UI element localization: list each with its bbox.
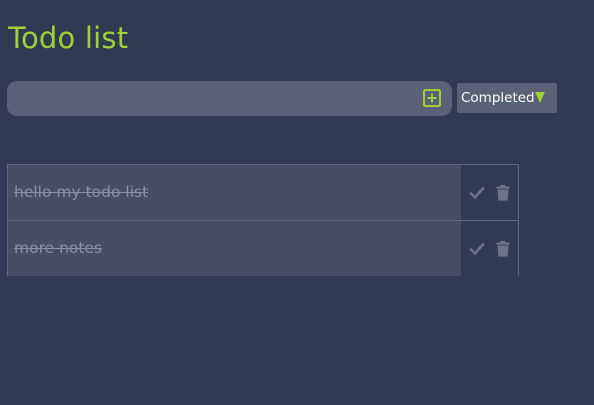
todo-item: hello my todo list <box>7 164 519 220</box>
todo-form <box>7 81 452 116</box>
add-todo-button[interactable] <box>423 89 441 107</box>
todo-item-text: hello my todo list <box>14 183 149 201</box>
complete-button[interactable] <box>469 185 485 201</box>
triangle-down-icon <box>535 92 545 103</box>
todo-item: more notes <box>7 220 519 276</box>
check-icon <box>469 241 485 257</box>
delete-button[interactable] <box>496 185 510 201</box>
todo-input[interactable] <box>17 81 417 116</box>
plus-square-icon <box>423 89 441 107</box>
complete-button[interactable] <box>469 241 485 257</box>
delete-button[interactable] <box>496 241 510 257</box>
todo-app: Todo list Completed hello my todo list m… <box>0 0 594 405</box>
todo-item-actions <box>461 165 518 220</box>
check-icon <box>469 185 485 201</box>
page-title: Todo list <box>8 21 129 55</box>
filter-select[interactable]: Completed <box>457 83 557 113</box>
filter-selected-value: Completed <box>461 90 535 106</box>
todo-item-text: more notes <box>14 239 103 257</box>
todo-list: hello my todo list more notes <box>7 164 519 276</box>
todo-item-actions <box>461 221 518 276</box>
trash-icon <box>496 185 510 201</box>
trash-icon <box>496 241 510 257</box>
